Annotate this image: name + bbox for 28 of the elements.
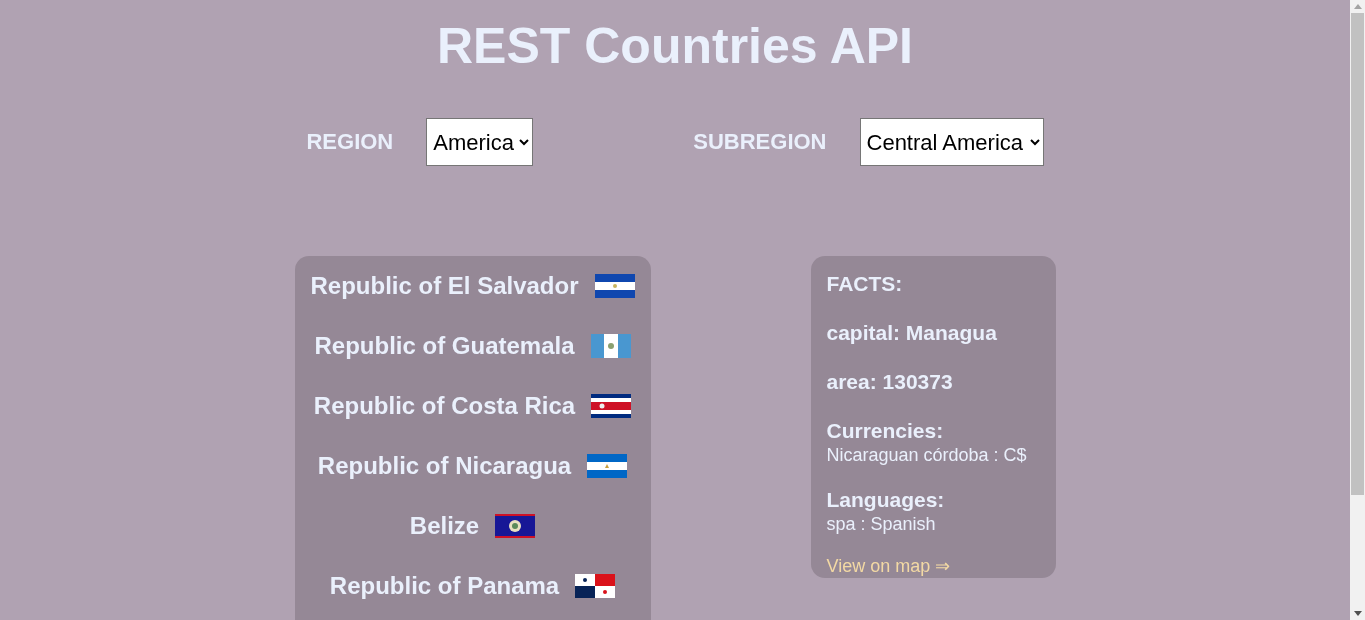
country-name[interactable]: Republic of Panama — [329, 572, 560, 600]
currencies-heading: Currencies: — [826, 418, 945, 444]
map-link[interactable]: View on map ⇒ — [826, 555, 951, 577]
currencies-text: Nicaraguan córdoba : C$ — [826, 445, 1028, 465]
scroll-up-icon[interactable] — [1353, 4, 1362, 9]
flag-icon — [591, 394, 632, 418]
flag-icon — [587, 454, 628, 478]
capital-text: capital: Managua — [826, 320, 998, 346]
scrollbar-thumb[interactable] — [1351, 13, 1364, 495]
flag-icon — [575, 574, 616, 598]
flag-icon — [594, 274, 635, 298]
facts-heading: FACTS: — [826, 271, 904, 297]
page-title: REST Countries API — [437, 18, 913, 74]
languages-text: spa : Spanish — [826, 514, 937, 534]
country-name[interactable]: Republic of Nicaragua — [317, 452, 572, 480]
country-name[interactable]: Belize — [409, 512, 480, 540]
dropdown[interactable]: America — [426, 118, 534, 166]
flag-icon — [495, 514, 536, 538]
country-name[interactable]: Republic of Guatemala — [314, 332, 575, 360]
dropdown[interactable]: Central America — [859, 118, 1044, 166]
country-name[interactable]: Republic of El Salvador — [310, 272, 579, 300]
filter-label: REGION — [306, 129, 394, 155]
scroll-down-icon[interactable] — [1353, 611, 1362, 616]
country-name[interactable]: Republic of Costa Rica — [313, 392, 576, 420]
filter-label: SUBREGION — [693, 129, 827, 155]
languages-heading: Languages: — [826, 487, 946, 513]
flag-icon — [590, 334, 631, 358]
area-text: area: 130373 — [826, 369, 954, 395]
